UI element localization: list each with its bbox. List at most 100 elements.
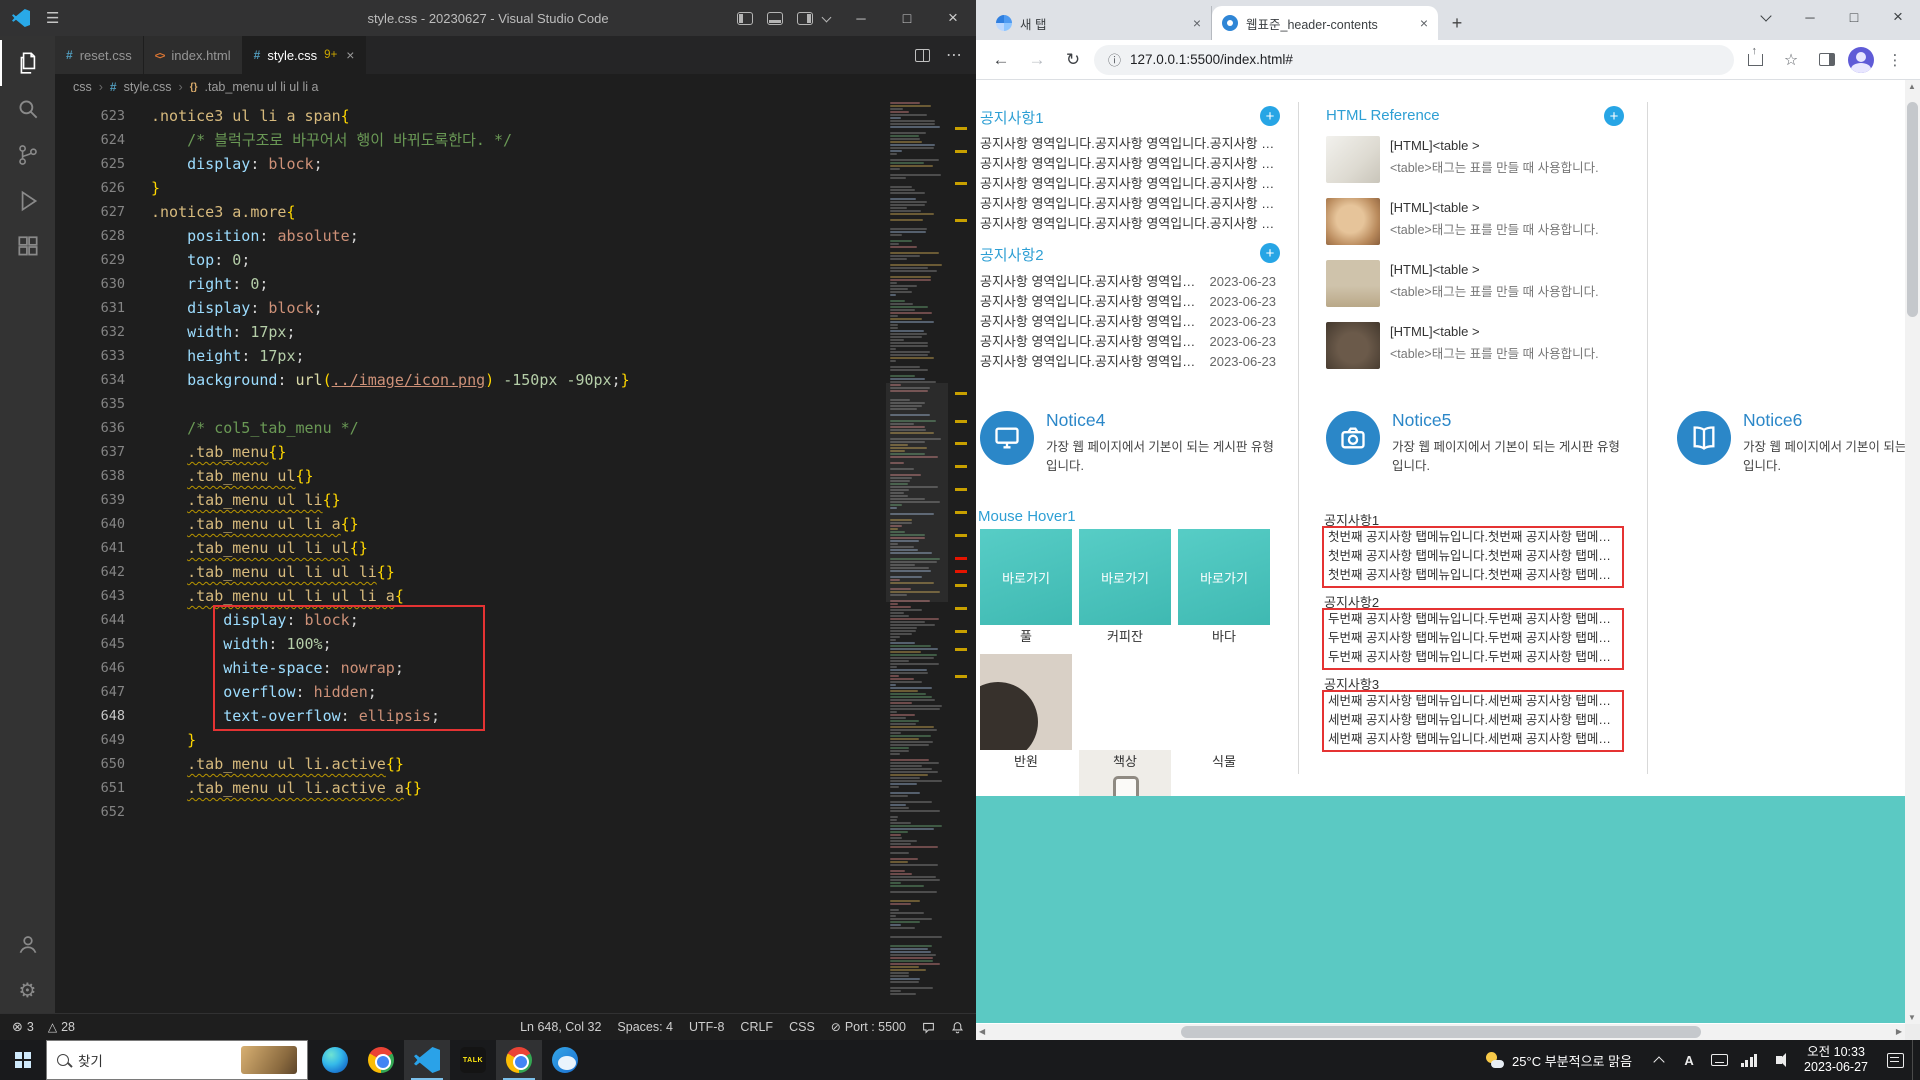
notice-list-item[interactable]: 공지사항 영역입니다.공지사항 영역입니다.공지사항 영역입니다. — [980, 134, 1276, 154]
indentation[interactable]: Spaces: 4 — [617, 1020, 673, 1034]
notice-list-item[interactable]: 공지사항 영역입니다.공지사항 영역입니다.공지사항 영역입니다. — [980, 214, 1276, 234]
editor-more-actions-icon[interactable] — [946, 45, 962, 65]
live-server-port[interactable]: Port : 5500 — [831, 1020, 906, 1034]
search-icon[interactable] — [0, 86, 55, 132]
taskbar-weather[interactable]: 25°C 부분적으로 맑음 — [1474, 1051, 1644, 1070]
source-control-icon[interactable] — [0, 132, 55, 178]
breadcrumb-symbol[interactable]: .tab_menu ul li ul li a — [205, 80, 319, 94]
ime-mode-indicator[interactable]: A — [1674, 1040, 1704, 1080]
encoding[interactable]: UTF-8 — [689, 1020, 724, 1034]
run-debug-icon[interactable] — [0, 178, 55, 224]
notice-list-item[interactable]: 공지사항 영역입니다.공지사항 영역입니다.2023-06-23 — [980, 332, 1276, 352]
tab-menu-item[interactable]: 첫번째 공지사항 탭메뉴입니다.첫번째 공지사항 탭메뉴입니다. — [1328, 566, 1618, 585]
reference-item[interactable]: [HTML]<table ><table>태그는 표를 만들 때 사용합니다. — [1326, 322, 1626, 384]
start-button[interactable] — [0, 1040, 46, 1080]
side-panel-icon[interactable] — [1812, 45, 1842, 75]
notice2-add-button[interactable] — [1260, 243, 1280, 263]
breadcrumb-file[interactable]: style.css — [124, 80, 172, 94]
network-icon[interactable] — [1734, 1040, 1764, 1080]
close-tab-icon[interactable] — [1420, 15, 1428, 31]
minimap[interactable] — [886, 100, 948, 1013]
share-icon[interactable] — [1740, 45, 1770, 75]
toggle-panel-icon[interactable] — [767, 12, 783, 25]
hover-image-active[interactable]: 바로가기 — [980, 529, 1072, 625]
code-editor[interactable]: 623.notice3 ul li a span{624 /* 블럭구조로 바꾸… — [55, 100, 976, 1013]
notice-list-item[interactable]: 공지사항 영역입니다.공지사항 영역입니다.공지사항 영역입니다. — [980, 174, 1276, 194]
toggle-secondary-sidebar-icon[interactable] — [797, 12, 813, 25]
feedback-icon[interactable] — [922, 1021, 935, 1034]
account-icon[interactable] — [0, 921, 55, 967]
browser-minimize-button[interactable] — [1788, 0, 1832, 34]
menu-hamburger-icon[interactable] — [46, 9, 59, 27]
tab-menu-item[interactable]: 두번째 공지사항 탭메뉴입니다.두번째 공지사항 탭메뉴입니다. — [1328, 610, 1618, 629]
horizontal-scrollbar-thumb[interactable] — [1181, 1026, 1701, 1038]
eol-sequence[interactable]: CRLF — [740, 1020, 773, 1034]
notice-list-item[interactable]: 공지사항 영역입니다.공지사항 영역입니다.2023-06-23 — [980, 352, 1276, 372]
browser-tab-2[interactable]: 웹표준_header-contents — [1212, 6, 1438, 40]
tab-menu-item[interactable]: 첫번째 공지사항 탭메뉴입니다.첫번째 공지사항 탭메뉴입니다. — [1328, 547, 1618, 566]
back-button[interactable] — [986, 45, 1016, 75]
taskbar-app-edge[interactable] — [312, 1040, 358, 1080]
browser-menu-kebab-icon[interactable] — [1880, 45, 1910, 75]
breadcrumb-folder[interactable]: css — [73, 80, 92, 94]
notice-list-item[interactable]: 공지사항 영역입니다.공지사항 영역입니다.공지사항 영역입니다. — [980, 154, 1276, 174]
tab-search-chevron-icon[interactable] — [1744, 0, 1788, 34]
volume-icon[interactable] — [1764, 1040, 1794, 1080]
show-desktop-button[interactable] — [1912, 1040, 1920, 1080]
notice-list-item[interactable]: 공지사항 영역입니다.공지사항 영역입니다.2023-06-23 — [980, 272, 1276, 292]
taskbar-app-vscode[interactable] — [404, 1040, 450, 1080]
vscode-close-button[interactable] — [930, 0, 976, 36]
vscode-maximize-button[interactable] — [884, 0, 930, 36]
tab-menu-item[interactable]: 세번째 공지사항 탭메뉴입니다.세번째 공지사항 탭메뉴입니다. — [1328, 692, 1618, 711]
browser-close-button[interactable] — [1876, 0, 1920, 34]
taskbar-app-kakaotalk[interactable]: TALK — [450, 1040, 496, 1080]
tab-menu-item[interactable]: 첫번째 공지사항 탭메뉴입니다.첫번째 공지사항 탭메뉴입니다. — [1328, 528, 1618, 547]
editor-tab-index.html[interactable]: index.html — [144, 36, 243, 74]
notice-list-item[interactable]: 공지사항 영역입니다.공지사항 영역입니다.2023-06-23 — [980, 292, 1276, 312]
editor-tab-reset.css[interactable]: reset.css — [55, 36, 144, 74]
language-mode[interactable]: CSS — [789, 1020, 815, 1034]
url-text[interactable]: 127.0.0.1:5500/index.html# — [1130, 52, 1293, 67]
taskbar-app-chrome-2[interactable] — [496, 1040, 542, 1080]
hover-image-active[interactable]: 바로가기 — [1079, 529, 1171, 625]
taskbar-app-chrome[interactable] — [358, 1040, 404, 1080]
tab-menu-item[interactable]: 세번째 공지사항 탭메뉴입니다.세번째 공지사항 탭메뉴입니다. — [1328, 711, 1618, 730]
site-info-icon[interactable] — [1108, 50, 1121, 69]
bookmark-star-icon[interactable] — [1776, 45, 1806, 75]
horizontal-scrollbar[interactable] — [976, 1024, 1905, 1040]
reference-item[interactable]: [HTML]<table ><table>태그는 표를 만들 때 사용합니다. — [1326, 260, 1626, 322]
touch-keyboard-icon[interactable] — [1704, 1040, 1734, 1080]
extensions-icon[interactable] — [0, 224, 55, 270]
vertical-scrollbar[interactable] — [1905, 80, 1920, 1024]
hover-image-active[interactable]: 바로가기 — [1178, 529, 1270, 625]
reference-item[interactable]: [HTML]<table ><table>태그는 표를 만들 때 사용합니다. — [1326, 198, 1626, 260]
notice1-add-button[interactable] — [1260, 106, 1280, 126]
problems-errors[interactable]: 3 — [12, 1019, 34, 1035]
editor-tab-style.css[interactable]: style.css9+ — [243, 36, 367, 74]
layout-dropdown-icon[interactable] — [822, 14, 830, 22]
browser-tab-1[interactable]: 새 탭 — [986, 6, 1212, 40]
taskbar-clock[interactable]: 오전 10:33 2023-06-27 — [1794, 1045, 1878, 1075]
tab-menu-item[interactable]: 두번째 공지사항 탭메뉴입니다.두번째 공지사항 탭메뉴입니다. — [1328, 648, 1618, 667]
close-tab-icon[interactable] — [346, 47, 354, 63]
profile-avatar[interactable] — [1848, 47, 1874, 73]
notifications-bell-icon[interactable] — [951, 1021, 964, 1034]
notice-list-item[interactable]: 공지사항 영역입니다.공지사항 영역입니다.2023-06-23 — [980, 312, 1276, 332]
toggle-sidebar-icon[interactable] — [737, 12, 753, 25]
tray-hidden-icons-chevron[interactable] — [1644, 1040, 1674, 1080]
vertical-scrollbar-thumb[interactable] — [1907, 102, 1918, 317]
address-bar[interactable]: 127.0.0.1:5500/index.html# — [1094, 45, 1734, 75]
refresh-button[interactable] — [1058, 45, 1088, 75]
forward-button[interactable] — [1022, 45, 1052, 75]
taskbar-app-whale[interactable] — [542, 1040, 588, 1080]
taskbar-search-box[interactable]: 찾기 — [46, 1040, 308, 1080]
split-editor-icon[interactable] — [915, 49, 930, 62]
explorer-icon[interactable] — [0, 40, 55, 86]
cursor-position[interactable]: Ln 648, Col 32 — [520, 1020, 601, 1034]
search-highlight-image[interactable] — [241, 1046, 297, 1074]
new-tab-button[interactable] — [1442, 8, 1472, 38]
reference-item[interactable]: [HTML]<table ><table>태그는 표를 만들 때 사용합니다. — [1326, 136, 1626, 198]
vscode-minimize-button[interactable] — [838, 0, 884, 36]
notice-list-item[interactable]: 공지사항 영역입니다.공지사항 영역입니다.공지사항 영역입니다. — [980, 194, 1276, 214]
close-tab-icon[interactable] — [1193, 15, 1201, 31]
